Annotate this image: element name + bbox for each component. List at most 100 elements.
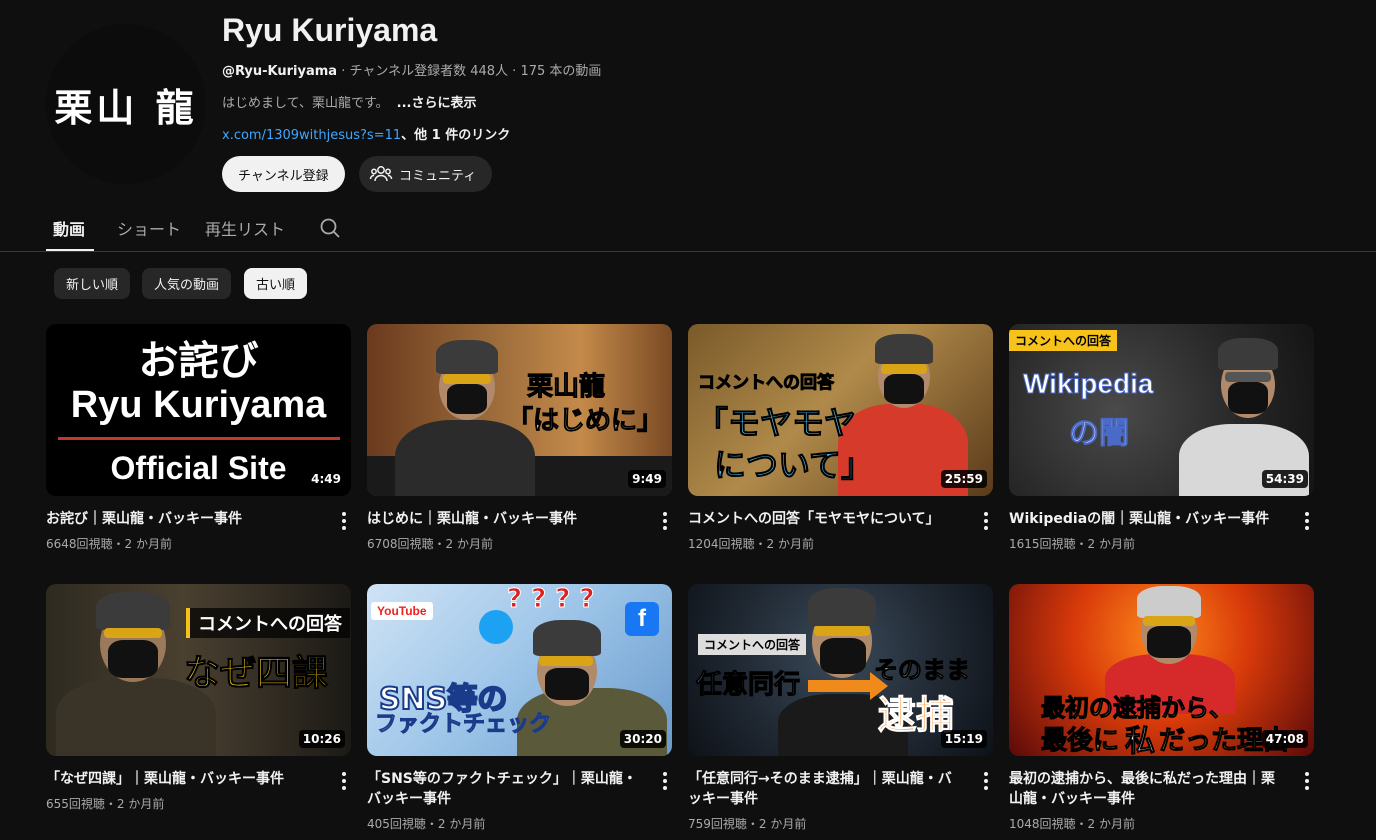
thumb-mask [108, 640, 158, 678]
thumb-mask [447, 384, 487, 414]
more-actions-icon[interactable] [658, 771, 672, 791]
more-actions-icon[interactable] [1300, 511, 1314, 531]
thumb-beanie [96, 592, 170, 630]
video-thumbnail[interactable]: お詫び Ryu Kuriyama Official Site 4:49 [46, 324, 351, 496]
video-thumbnail[interactable]: コメントへの回答 Wikipedia の闇 54:39 [1009, 324, 1314, 496]
duration-badge: 4:49 [307, 470, 345, 488]
thumb-mask [884, 374, 924, 404]
more-actions-icon[interactable] [337, 771, 351, 791]
thumb-question-marks: ? ? ? ? [506, 584, 595, 615]
video-meta: 6648回視聴・2 か月前 [46, 537, 172, 551]
tab-shorts[interactable]: ショート [117, 216, 181, 240]
community-button[interactable]: コミュニティ [359, 156, 493, 192]
channel-description: はじめまして、栗山龍です。 ...さらに表示 [222, 92, 477, 111]
thumb-label: コメントへの回答 [1009, 330, 1118, 351]
video-title[interactable]: コメントへの回答「モヤモヤについて」 [688, 509, 960, 529]
video-title[interactable]: お詫び｜栗山龍・バッキー事件 [46, 509, 318, 529]
video-thumbnail[interactable]: コメントへの回答 任意同行 そのまま 逮捕 15:19 [688, 584, 993, 756]
thumb-text: お詫び [138, 338, 259, 384]
tab-videos[interactable]: 動画 [53, 216, 85, 240]
chip-popular[interactable]: 人気の動画 [142, 268, 232, 299]
thumb-mask [820, 638, 866, 674]
video-thumbnail[interactable]: コメントへの回答 なぜ四課 10:26 [46, 584, 351, 756]
thumb-mask [1147, 626, 1191, 658]
more-actions-icon[interactable] [658, 511, 672, 531]
video-thumbnail[interactable]: コメントへの回答 「モヤモヤ について」 25:59 [688, 324, 993, 496]
arrow-shaft [808, 680, 872, 692]
thumb-text: Ryu Kuriyama [70, 384, 327, 426]
video-title[interactable]: 「なぜ四課」｜栗山龍・バッキー事件 [46, 769, 318, 789]
thumb-label: コメントへの回答 [698, 634, 807, 655]
video-card: 最初の逮捕から、 最後に 私 だった理由 47:08 最初の逮捕から、最後に私だ… [1009, 584, 1314, 831]
show-more-link[interactable]: ...さらに表示 [397, 96, 477, 111]
tab-search[interactable] [318, 216, 342, 244]
thumb-text: ファクトチェック [374, 712, 552, 738]
more-actions-icon[interactable] [979, 511, 993, 531]
twitter-icon [479, 610, 513, 644]
video-card: コメントへの回答 なぜ四課 10:26 「なぜ四課」｜栗山龍・バッキー事件 65… [46, 584, 351, 811]
facebook-icon: f [625, 602, 659, 636]
video-meta: 759回視聴・2 か月前 [688, 817, 807, 831]
channel-tabs: 動画 ショート 再生リスト [0, 206, 1376, 252]
thumb-beanie [1137, 586, 1201, 618]
video-thumbnail[interactable]: 栗山龍 「はじめに」 9:49 [367, 324, 672, 496]
more-links-link[interactable]: 、他 1 件のリンク [401, 128, 510, 143]
more-actions-icon[interactable] [337, 511, 351, 531]
thumb-text: 「モヤモヤ [695, 404, 857, 443]
video-card: コメントへの回答 Wikipedia の闇 54:39 Wikipediaの闇｜… [1009, 324, 1314, 551]
thumb-text: Official Site [110, 450, 287, 486]
duration-badge: 47:08 [1261, 730, 1308, 748]
thumb-beanie [436, 340, 498, 374]
community-label: コミュニティ [399, 168, 477, 184]
thumb-text: なぜ四課 [183, 653, 329, 695]
video-title[interactable]: はじめに｜栗山龍・バッキー事件 [367, 509, 639, 529]
more-actions-icon[interactable] [979, 771, 993, 791]
subscribe-button[interactable]: チャンネル登録 [222, 156, 345, 192]
channel-avatar[interactable]: 栗山 龍 [46, 24, 206, 184]
thumb-text: の闇 [1069, 416, 1130, 452]
chip-oldest[interactable]: 古い順 [244, 268, 308, 299]
duration-badge: 15:19 [940, 730, 987, 748]
video-card: コメントへの回答 「モヤモヤ について」 25:59 コメントへの回答「モヤモヤ… [688, 324, 993, 551]
more-actions-icon[interactable] [1300, 771, 1314, 791]
channel-meta: @Ryu-Kuriyama · チャンネル登録者数 448人 · 175 本の動… [222, 60, 601, 79]
duration-badge: 25:59 [940, 470, 987, 488]
video-title[interactable]: 「SNS等のファクトチェック」｜栗山龍・バッキー事件 [367, 769, 639, 809]
tab-playlists[interactable]: 再生リスト [205, 216, 285, 240]
chip-newest[interactable]: 新しい順 [54, 268, 131, 299]
thumb-label: コメントへの回答 [186, 608, 350, 638]
duration-badge: 54:39 [1261, 470, 1308, 488]
video-title[interactable]: 最初の逮捕から、最後に私だった理由｜栗山龍・バッキー事件 [1009, 769, 1281, 809]
duration-badge: 30:20 [619, 730, 666, 748]
external-link[interactable]: x.com/1309withjesus?s=11 [222, 128, 401, 143]
thumb-glasses [539, 656, 593, 666]
thumb-text: 私 [1125, 724, 1156, 757]
thumb-text: 任意同行 [695, 670, 801, 701]
search-icon [320, 218, 340, 238]
avatar-text: 栗山 龍 [54, 84, 198, 130]
video-title[interactable]: 「任意同行→そのまま逮捕」｜栗山龍・バッキー事件 [688, 769, 960, 809]
video-meta: 1615回視聴・2 か月前 [1009, 537, 1135, 551]
thumb-mask [545, 668, 589, 700]
duration-badge: 9:49 [628, 470, 666, 488]
active-tab-underline [46, 249, 94, 251]
video-meta: 1204回視聴・2 か月前 [688, 537, 814, 551]
video-card: コメントへの回答 任意同行 そのまま 逮捕 15:19 「任意同行→そのまま逮捕… [688, 584, 993, 831]
video-thumbnail[interactable]: 最初の逮捕から、 最後に 私 だった理由 47:08 [1009, 584, 1314, 756]
description-text: はじめまして、栗山龍です。 [222, 96, 389, 111]
thumb-mask [1228, 382, 1268, 414]
people-icon [369, 166, 393, 182]
thumb-glasses [881, 364, 927, 374]
thumb-glasses [1143, 616, 1195, 626]
channel-links: x.com/1309withjesus?s=11、他 1 件のリンク [222, 124, 510, 143]
thumb-youtube-logo: YouTube [371, 602, 433, 620]
channel-handle: @Ryu-Kuriyama [222, 64, 338, 79]
video-title[interactable]: Wikipediaの闇｜栗山龍・バッキー事件 [1009, 509, 1281, 529]
video-thumbnail[interactable]: YouTube f ? ? ? ? SNS等の ファクトチェック 30:20 [367, 584, 672, 756]
video-meta: 655回視聴・2 か月前 [46, 797, 165, 811]
thumb-text: そのまま [874, 656, 971, 685]
video-card: YouTube f ? ? ? ? SNS等の ファクトチェック 30:20 「… [367, 584, 672, 831]
thumb-text: 「はじめに」 [506, 406, 664, 437]
thumb-text: Wikipedia [1022, 368, 1154, 400]
thumb-divider [58, 437, 340, 440]
